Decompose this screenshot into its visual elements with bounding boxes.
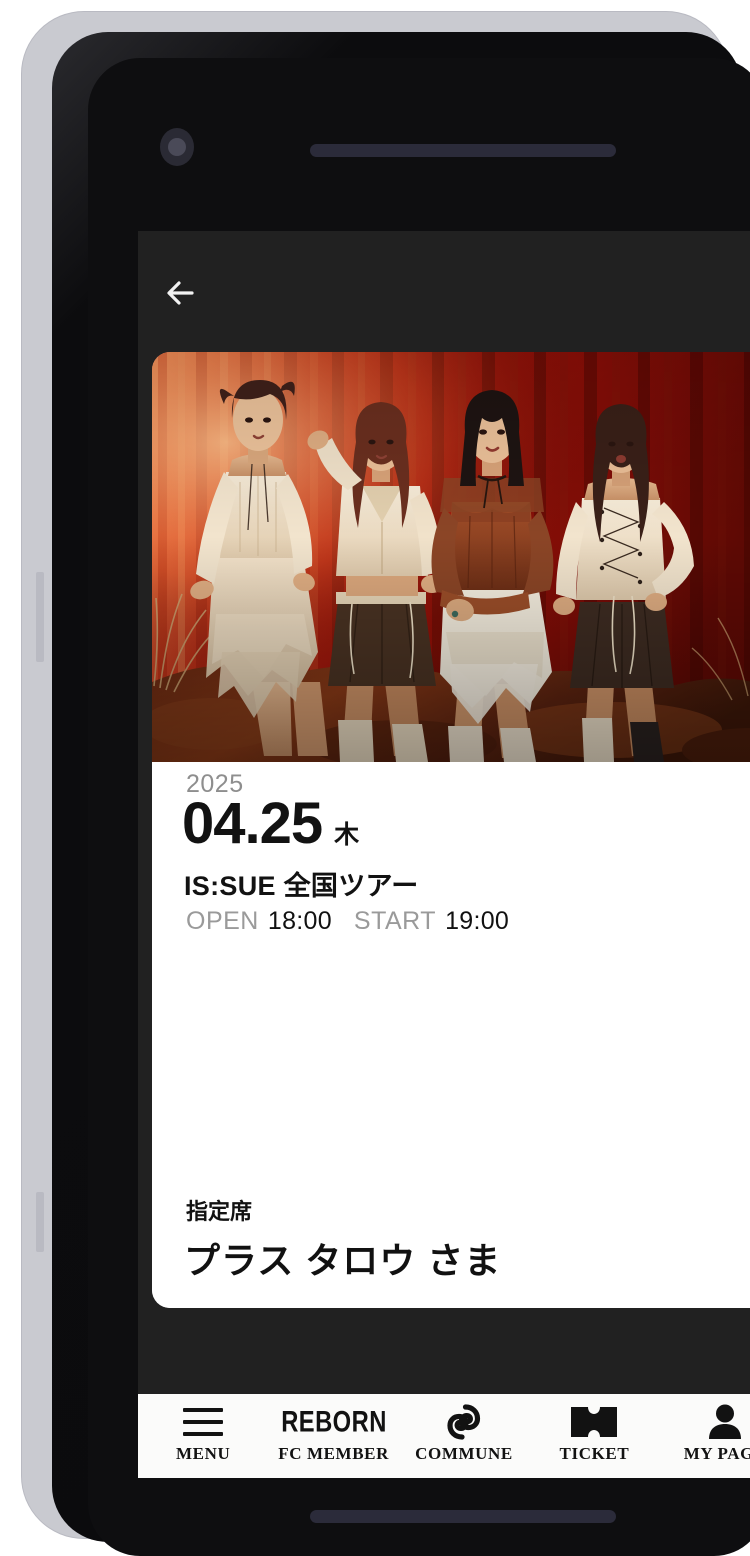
bottom-navigation-bar: MENU REBORN FC MEMBER COMMUNE TICKET MY … <box>138 1394 750 1478</box>
ticket-card[interactable]: 2025 04.25 木 IS:SUE 全国ツアー OPEN 18:00 STA… <box>152 352 750 1308</box>
ticket-icon <box>569 1402 619 1442</box>
camera-hole-icon <box>160 128 194 166</box>
person-icon <box>706 1402 744 1442</box>
app-header <box>138 231 750 351</box>
back-button[interactable] <box>158 267 210 319</box>
device-side-button-left[interactable] <box>36 572 44 662</box>
hamburger-menu-icon <box>183 1402 224 1442</box>
phone-bezel: 2025 04.25 木 IS:SUE 全国ツアー OPEN 18:00 STA… <box>52 32 750 1556</box>
start-label: START <box>353 907 437 935</box>
nav-item-my-page[interactable]: MY PAGE <box>660 1394 750 1486</box>
event-title: IS:SUE 全国ツアー <box>184 871 419 901</box>
open-time: 18:00 <box>267 907 332 935</box>
open-label: OPEN <box>186 907 259 935</box>
earpiece-speaker-icon <box>310 144 616 157</box>
home-indicator-icon[interactable] <box>310 1510 616 1523</box>
nav-item-menu[interactable]: MENU <box>138 1394 268 1486</box>
ticket-info-section: 2025 04.25 木 IS:SUE 全国ツアー OPEN 18:00 STA… <box>152 762 750 1308</box>
phone-device-frame: 2025 04.25 木 IS:SUE 全国ツアー OPEN 18:00 STA… <box>22 12 750 1556</box>
back-arrow-icon <box>167 281 194 305</box>
phone-screen-area: 2025 04.25 木 IS:SUE 全国ツアー OPEN 18:00 STA… <box>88 58 750 1556</box>
ticket-time-row: OPEN 18:00 START 19:00 <box>186 907 509 936</box>
device-side-button-left-lower[interactable] <box>36 1192 44 1252</box>
nav-label-my-page: MY PAGE <box>683 1444 750 1463</box>
ticket-photo <box>152 352 750 762</box>
ticket-holder-name: プラス タロウ さま <box>184 1240 502 1281</box>
app-screen: 2025 04.25 木 IS:SUE 全国ツアー OPEN 18:00 STA… <box>138 231 750 1469</box>
start-time: 19:00 <box>445 907 510 935</box>
ticket-date-row: 04.25 木 <box>182 795 359 853</box>
nav-item-commune[interactable]: COMMUNE <box>399 1394 529 1486</box>
camera-lens-icon <box>168 138 186 156</box>
nav-label-fc-member: FC MEMBER <box>278 1444 389 1463</box>
nav-label-menu: MENU <box>176 1444 231 1463</box>
reborn-logo-icon: REBORN <box>274 1402 394 1442</box>
seat-type: 指定席 <box>186 1199 253 1224</box>
ticket-date: 04.25 <box>182 791 323 856</box>
nav-label-ticket: TICKET <box>559 1444 630 1463</box>
nav-item-ticket[interactable]: TICKET <box>529 1394 659 1486</box>
reborn-logo-text: REBORN <box>280 1405 387 1438</box>
commune-swirl-icon <box>445 1402 483 1442</box>
nav-label-commune: COMMUNE <box>415 1444 513 1463</box>
nav-item-fc-member[interactable]: REBORN FC MEMBER <box>268 1394 398 1486</box>
ticket-day-of-week: 木 <box>334 821 360 849</box>
